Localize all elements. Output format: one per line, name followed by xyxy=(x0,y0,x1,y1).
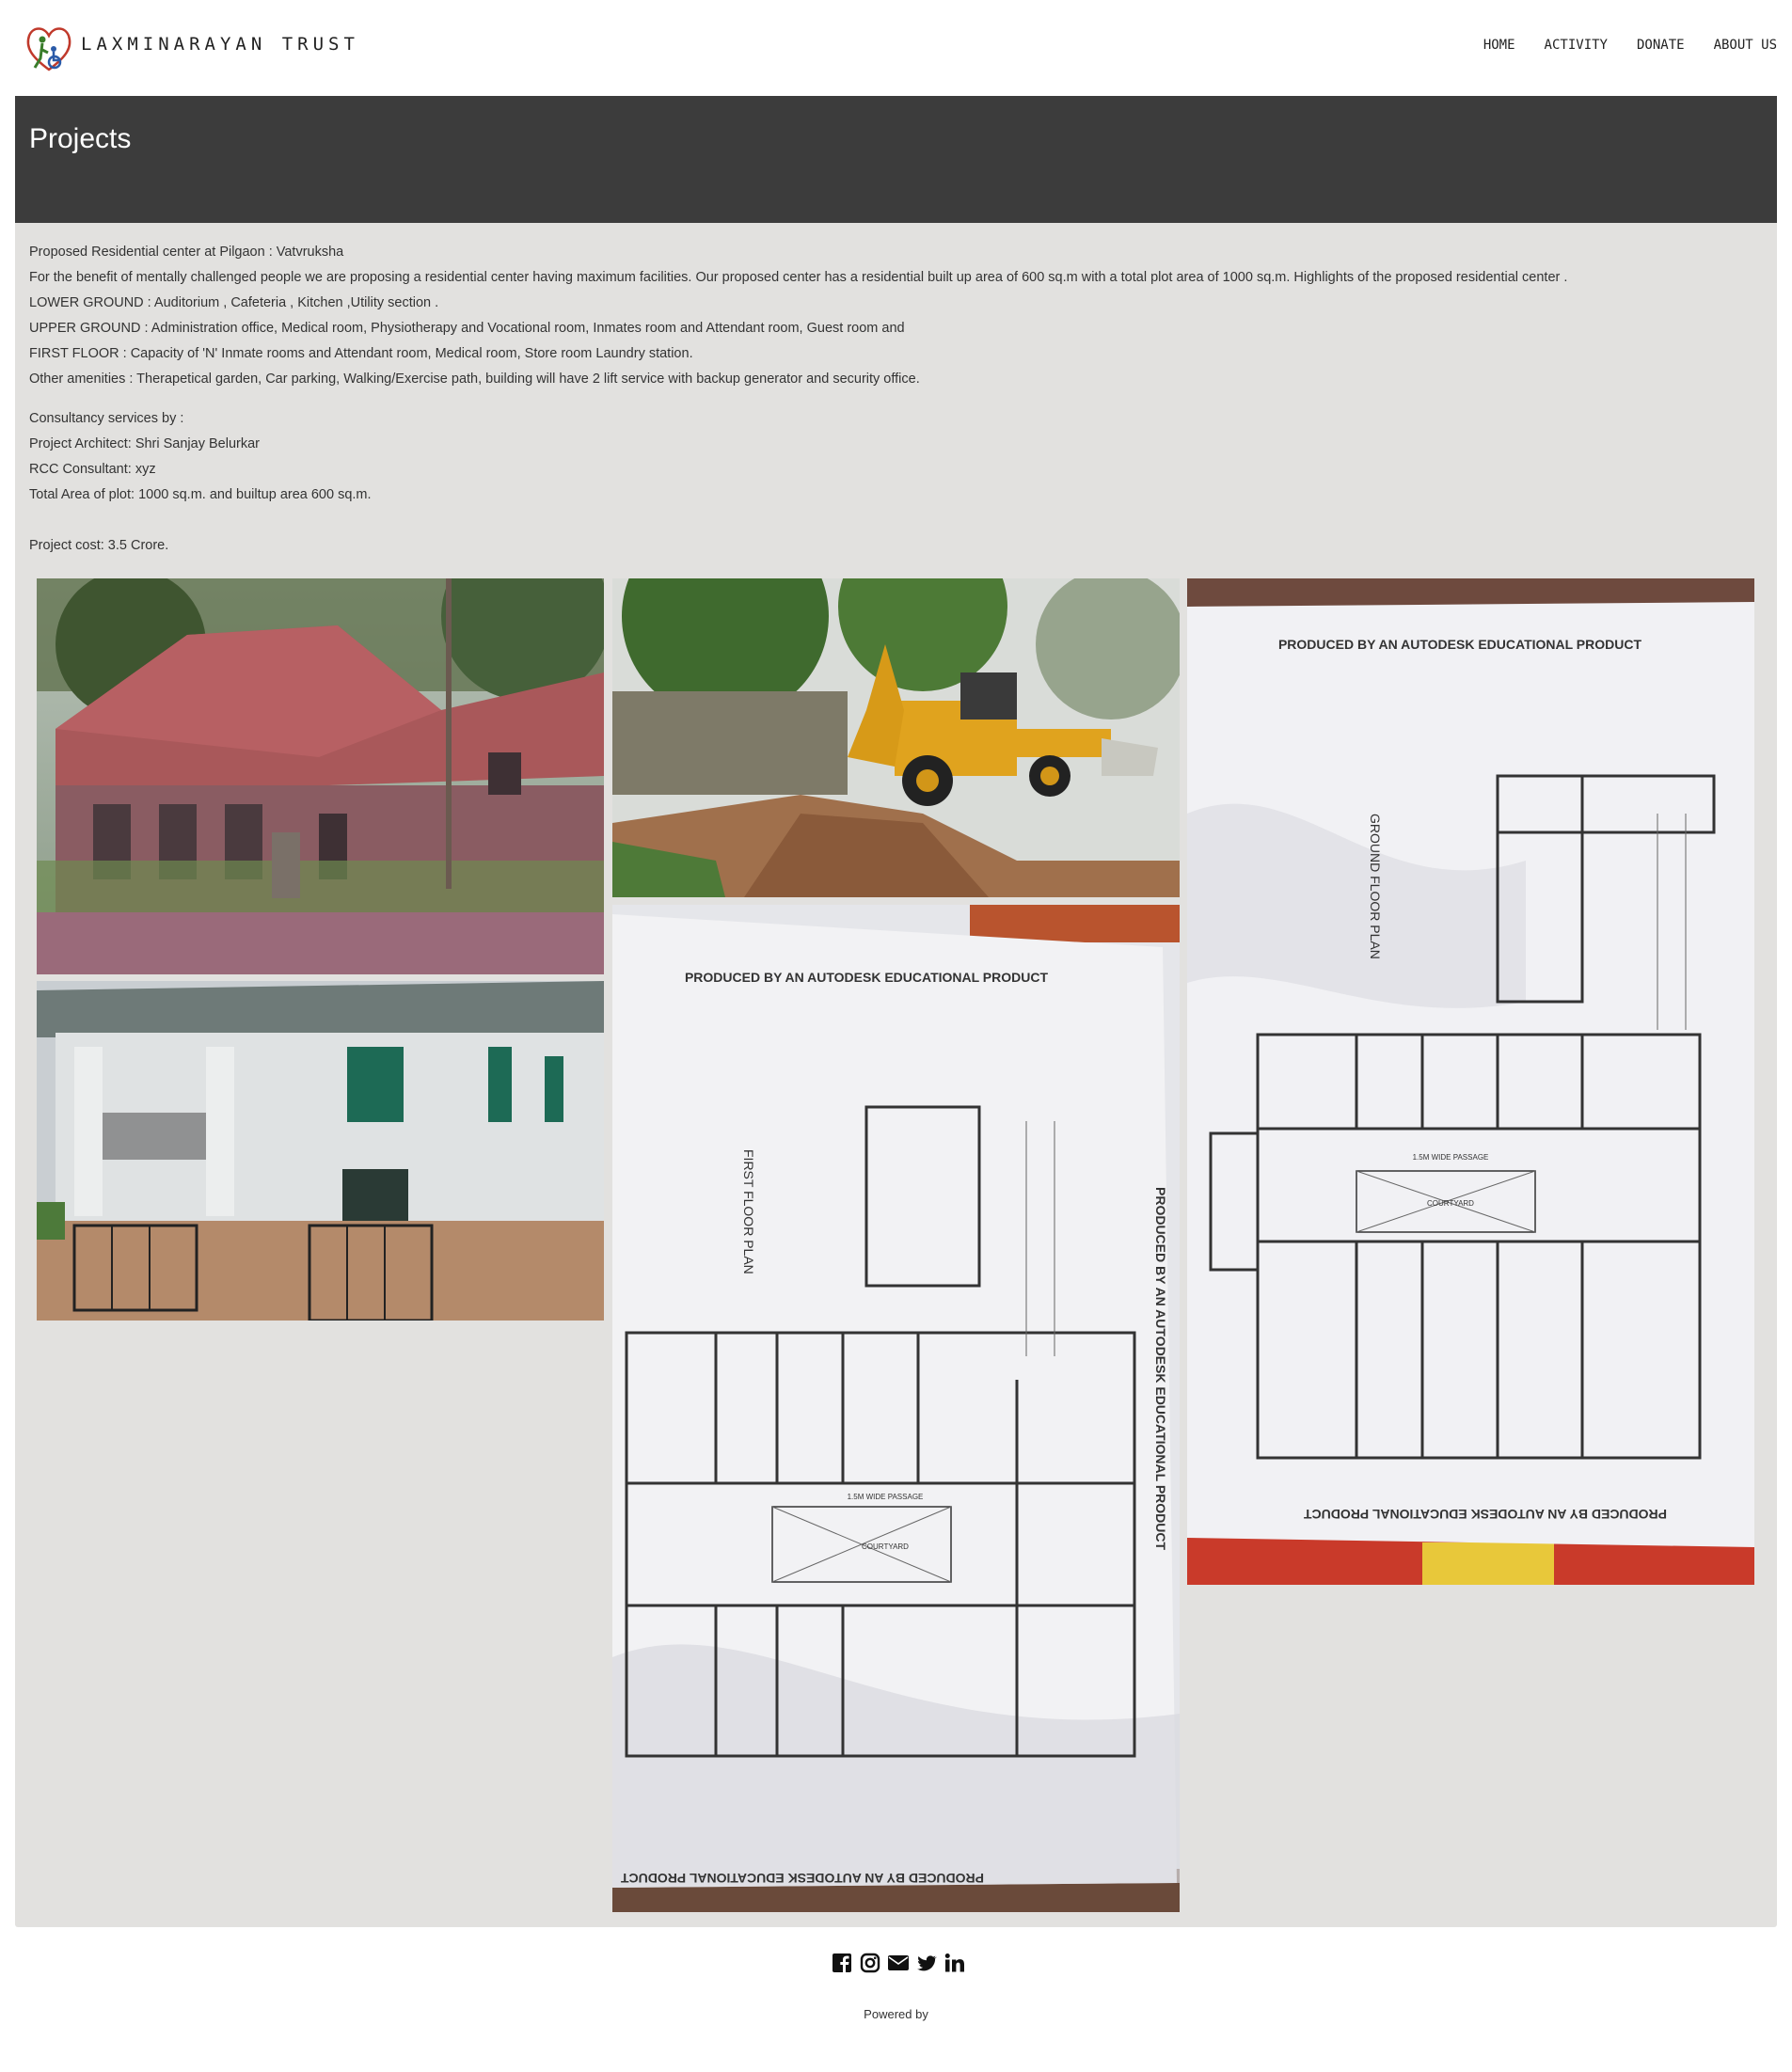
project-heading: Proposed Residential center at Pilgaon :… xyxy=(29,245,344,260)
ground-floor-watermark-top: PRODUCED BY AN AUTODESK EDUCATIONAL PROD… xyxy=(1278,637,1642,652)
twitter-icon[interactable] xyxy=(916,1953,937,1973)
nav-donate[interactable]: DONATE xyxy=(1637,38,1685,53)
ground-floor-plan-title: GROUND FLOOR PLAN xyxy=(1368,814,1383,959)
project-cost: Project cost: 3.5 Crore. xyxy=(29,538,169,553)
first-floor-courtyard-label: COURTYARD xyxy=(862,1542,909,1551)
page-banner: Projects xyxy=(15,96,1777,223)
envelope-icon[interactable] xyxy=(888,1953,909,1973)
ground-floor-passage-label: 1.5M WIDE PASSAGE xyxy=(1413,1153,1489,1162)
social-links xyxy=(832,1953,965,1973)
main-nav: HOME ACTIVITY DONATE ABOUT US xyxy=(1483,38,1777,53)
lower-ground-line: LOWER GROUND : Auditorium , Cafeteria , … xyxy=(29,295,439,310)
page-title: Projects xyxy=(29,123,132,154)
nav-about-us[interactable]: ABOUT US xyxy=(1714,38,1777,53)
amenities-line: Other amenities : Therapetical garden, C… xyxy=(29,372,920,387)
instagram-icon[interactable] xyxy=(860,1953,880,1973)
photo-ground-floor-plan[interactable]: PRODUCED BY AN AUTODESK EDUCATIONAL PROD… xyxy=(1187,578,1754,1585)
rcc-consultant-line: RCC Consultant: xyz xyxy=(29,462,156,477)
trust-logo[interactable] xyxy=(24,21,75,75)
upper-ground-line: UPPER GROUND : Administration office, Me… xyxy=(29,321,905,336)
nav-activity[interactable]: ACTIVITY xyxy=(1545,38,1608,53)
photo-construction-backhoe[interactable] xyxy=(612,578,1180,897)
ground-floor-courtyard-label: COURTYARD xyxy=(1427,1199,1474,1208)
site-header: LAXMINARAYAN TRUST HOME ACTIVITY DONATE … xyxy=(0,0,1792,94)
brand-name[interactable]: LAXMINARAYAN TRUST xyxy=(81,34,359,55)
first-floor-watermark-bottom: PRODUCED BY AN AUTODESK EDUCATIONAL PROD… xyxy=(620,1871,984,1886)
first-floor-watermark-side: PRODUCED BY AN AUTODESK EDUCATIONAL PROD… xyxy=(1153,1187,1168,1551)
first-floor-line: FIRST FLOOR : Capacity of 'N' Inmate roo… xyxy=(29,346,693,361)
project-description: Proposed Residential center at Pilgaon :… xyxy=(29,240,1567,559)
total-area-line: Total Area of plot: 1000 sq.m. and built… xyxy=(29,487,372,502)
ground-floor-watermark-bottom: PRODUCED BY AN AUTODESK EDUCATIONAL PROD… xyxy=(1303,1507,1667,1522)
first-floor-watermark-top: PRODUCED BY AN AUTODESK EDUCATIONAL PROD… xyxy=(685,970,1049,985)
project-intro: For the benefit of mentally challenged p… xyxy=(29,270,1568,285)
photo-first-floor-plan[interactable]: PRODUCED BY AN AUTODESK EDUCATIONAL PROD… xyxy=(612,905,1180,1912)
consultancy-heading: Consultancy services by : xyxy=(29,411,184,426)
facebook-icon[interactable] xyxy=(832,1953,852,1973)
first-floor-plan-title: FIRST FLOOR PLAN xyxy=(741,1149,756,1274)
linkedin-icon[interactable] xyxy=(944,1953,965,1973)
nav-home[interactable]: HOME xyxy=(1483,38,1515,53)
photo-old-house[interactable] xyxy=(37,578,604,974)
architect-line: Project Architect: Shri Sanjay Belurkar xyxy=(29,436,260,451)
first-floor-passage-label: 1.5M WIDE PASSAGE xyxy=(848,1493,924,1501)
powered-by: Powered by xyxy=(864,2007,928,2021)
photo-new-house[interactable] xyxy=(37,981,604,1321)
